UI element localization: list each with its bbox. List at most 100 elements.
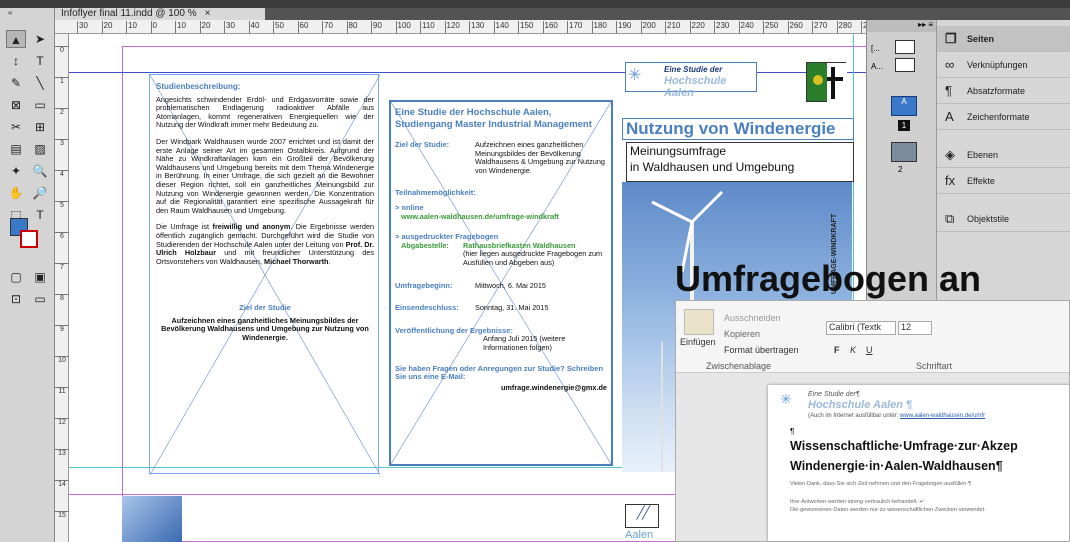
- abgabe-note: (hier liegen ausgedruckte Fragebogen zum…: [463, 249, 603, 267]
- ruler-tick: 20: [199, 21, 210, 33]
- ruler-tick: 120: [444, 21, 460, 33]
- ebenen-icon: ◈: [945, 147, 955, 162]
- tool-button-12[interactable]: ✦: [6, 162, 26, 180]
- ruler-tick: 10: [126, 21, 137, 33]
- panel-item-seiten[interactable]: ❐ Seiten: [937, 26, 1070, 52]
- main-title[interactable]: Nutzung von Windenergie: [622, 118, 854, 140]
- ruler-tick: 240: [738, 21, 754, 33]
- page-2-thumb[interactable]: [891, 142, 917, 162]
- tool-button-7[interactable]: ▭: [30, 96, 50, 114]
- ruler-tick: 160: [542, 21, 558, 33]
- tool-button-15[interactable]: 🔎: [30, 184, 50, 202]
- tool-button-19[interactable]: ▣: [30, 268, 50, 286]
- word-page[interactable]: ✳ Eine Studie der¶ Hochschule Aalen ¶ (A…: [768, 385, 1069, 541]
- ruler-tick: 12: [55, 418, 69, 426]
- underline-button[interactable]: U: [866, 345, 873, 355]
- close-tab-icon[interactable]: ×: [205, 8, 211, 19]
- coat-of-arms[interactable]: [806, 62, 847, 103]
- ruler-tick: 10: [55, 356, 69, 364]
- zeichenformate-icon: A: [945, 109, 954, 124]
- panel-item-zeichenformate[interactable]: A Zeichenformate: [937, 104, 1070, 130]
- ruler-tick: 0: [150, 21, 157, 33]
- tool-button-5[interactable]: ╲: [30, 74, 50, 92]
- tool-button-2[interactable]: ↕: [6, 52, 26, 70]
- panel-menu-icon[interactable]: ▸▸ ≡: [867, 20, 937, 32]
- word-document-area: ✳ Eine Studie der¶ Hochschule Aalen ¶ (A…: [676, 373, 1069, 541]
- tool-button-0[interactable]: ▲: [6, 30, 26, 48]
- text-frame-left[interactable]: Studienbeschreibung: Angesichts schwinde…: [149, 74, 380, 475]
- ruler-tick: 280: [836, 21, 852, 33]
- panel-item-objektstile[interactable]: ⧉ Objektstile: [937, 206, 1070, 232]
- sun-logo-icon: ✳: [780, 391, 792, 407]
- italic-button[interactable]: K: [850, 345, 856, 355]
- abgabe-label: Abgabestelle:: [401, 240, 449, 250]
- word-window[interactable]: Einfügen Ausschneiden Kopieren Format üb…: [675, 300, 1070, 542]
- tool-button-21[interactable]: ▭: [30, 290, 50, 308]
- middle-heading: Eine Studie der Hochschule Aalen, Studie…: [395, 107, 592, 130]
- ruler-tick: 9: [55, 325, 69, 333]
- doc-note1: Ihre·Antworten·werden·streng·vertraulich…: [790, 499, 925, 505]
- master-page-thumb[interactable]: [895, 40, 915, 54]
- panel-item-ebenen[interactable]: ◈ Ebenen: [937, 142, 1070, 168]
- font-size-select[interactable]: 12: [898, 321, 932, 335]
- ruler-tick: 8: [55, 294, 69, 302]
- document-tab[interactable]: Infoflyer final 11.indd @ 100 % ×: [55, 8, 265, 20]
- page-1-number: 1: [898, 120, 910, 131]
- ruler-tick: 180: [591, 21, 607, 33]
- schluss-value: Sonntag, 31. Mai 2015: [475, 303, 549, 313]
- vertical-ruler[interactable]: 0 1 2 3 4 5 6 7 8 9 10 11 12 13 14 15: [55, 34, 69, 542]
- tool-button-3[interactable]: T: [30, 52, 50, 70]
- veroeff-value: Anfang Juli 2015 (weitere Informationen …: [483, 334, 566, 352]
- tool-button-14[interactable]: ✋: [6, 184, 26, 202]
- ruler-tick: 220: [689, 21, 705, 33]
- horizontal-ruler[interactable]: 30 20 10 0 10 20 30 40 50 60 70 80 90 100 110 120 130 140…: [55, 20, 935, 34]
- format-painter-button[interactable]: Format übertragen: [724, 345, 799, 355]
- tool-button-17[interactable]: T: [30, 206, 50, 224]
- ruler-tick: 250: [763, 21, 778, 33]
- master-label: [...: [871, 44, 880, 53]
- ziel-label: Ziel der Studie:: [395, 140, 450, 149]
- copy-button[interactable]: Kopieren: [724, 329, 760, 339]
- tool-button-20[interactable]: ⊡: [6, 290, 26, 308]
- verknüpfungen-icon: ∞: [945, 57, 955, 72]
- logo-line1: Eine Studie der: [664, 65, 723, 74]
- page-1-thumb[interactable]: A: [891, 96, 917, 116]
- ruler-tick: 30: [224, 21, 235, 33]
- tool-button-9[interactable]: ⊞: [30, 118, 50, 136]
- tool-button-18[interactable]: ▢: [6, 268, 26, 286]
- cut-button[interactable]: Ausschneiden: [724, 313, 781, 323]
- tool-button-10[interactable]: ▤: [6, 140, 26, 158]
- ruler-tick: 260: [787, 21, 803, 33]
- logo-frame[interactable]: ✳ Eine Studie der Hochschule Aalen: [625, 62, 757, 99]
- ruler-tick: 0: [55, 46, 69, 54]
- tool-button-8[interactable]: ✂: [6, 118, 26, 136]
- tool-button-4[interactable]: ✎: [6, 74, 26, 92]
- stroke-color-swatch[interactable]: [20, 230, 38, 248]
- seiten-icon: ❐: [945, 31, 957, 46]
- panel-item-absatzformate[interactable]: ¶ Absatzformate: [937, 78, 1070, 104]
- bold-button[interactable]: F: [834, 345, 840, 355]
- email: umfrage.windenergie@gmx.de: [500, 382, 607, 392]
- tool-button-1[interactable]: ➤: [30, 30, 50, 48]
- ruler-tick: 90: [371, 21, 382, 33]
- text-frame-middle[interactable]: Eine Studie der Hochschule Aalen, Studie…: [389, 100, 613, 466]
- tool-button-11[interactable]: ▨: [30, 140, 50, 158]
- ruler-tick: 70: [322, 21, 333, 33]
- font-select[interactable]: Calibri (Textk: [826, 321, 896, 335]
- tool-button-6[interactable]: ⊠: [6, 96, 26, 114]
- panel-item-verknüpfungen[interactable]: ∞ Verknüpfungen: [937, 52, 1070, 78]
- paste-button[interactable]: Einfügen: [680, 337, 716, 347]
- clipboard-group-label: Zwischenablage: [706, 361, 772, 371]
- aalen-logo-icon: ⧸⧸: [625, 504, 659, 528]
- doc-logo-line1: Eine Studie der¶: [808, 391, 860, 398]
- collapse-toolbox-icon[interactable]: «: [8, 8, 12, 17]
- logo-line2: Hochschule Aalen: [664, 75, 727, 99]
- master-page-thumb[interactable]: [895, 58, 915, 72]
- ruler-tick: 230: [714, 21, 729, 33]
- ruler-tick: 6: [55, 232, 69, 240]
- panel-item-effekte[interactable]: fx Effekte: [937, 168, 1070, 194]
- ruler-tick: 15: [55, 511, 69, 519]
- paste-icon[interactable]: [684, 309, 714, 335]
- tool-button-13[interactable]: 🔍: [30, 162, 50, 180]
- subtitle-frame[interactable]: Meinungsumfrage in Waldhausen und Umgebu…: [626, 142, 854, 182]
